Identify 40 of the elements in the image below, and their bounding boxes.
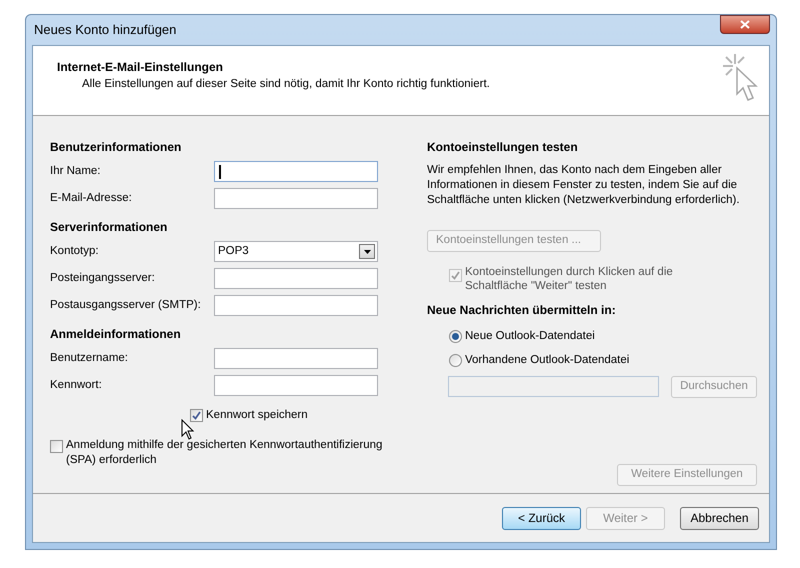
footer-button[interactable]: Abbrechen bbox=[680, 506, 759, 530]
input-field[interactable] bbox=[214, 375, 378, 396]
checkbox[interactable] bbox=[190, 409, 203, 422]
field-label: Kennwort: bbox=[50, 378, 103, 393]
mouse-pointer-icon bbox=[181, 419, 195, 441]
radio-label: Neue Outlook-Datendatei bbox=[465, 329, 595, 344]
input-field[interactable] bbox=[214, 268, 378, 289]
footer-button[interactable]: Weiter > bbox=[586, 506, 665, 530]
account-type-dropdown[interactable]: POP3 bbox=[214, 241, 378, 262]
field-label: E-Mail-Adresse: bbox=[50, 190, 133, 206]
checkbox-label: Kontoeinstellungen durch Klicken auf die Schaltfläche "Weiter" testen bbox=[465, 265, 674, 293]
footer-button[interactable]: < Zurück bbox=[502, 506, 581, 530]
radio-button[interactable] bbox=[449, 354, 462, 368]
checkbox[interactable] bbox=[50, 440, 63, 454]
section-heading: Serverinformationen bbox=[50, 219, 168, 236]
header-subtitle: Alle Einstellungen auf dieser Seite sind nötig, damit Ihr Konto richtig funktioniert. bbox=[81, 77, 490, 92]
radio-label: Vorhandene Outlook-Datendatei bbox=[465, 353, 630, 368]
field-label: Posteingangsserver: bbox=[50, 270, 156, 286]
file-path-field[interactable] bbox=[448, 376, 659, 397]
field-label: Postausgangsserver (SMTP): bbox=[50, 298, 202, 313]
input-field[interactable] bbox=[214, 295, 378, 316]
cursor-sparkle-icon bbox=[721, 52, 759, 104]
input-field[interactable] bbox=[214, 348, 378, 369]
input-field[interactable] bbox=[214, 188, 378, 209]
header-title: Internet-E-Mail-Einstellungen bbox=[57, 59, 224, 76]
section-heading: Neue Nachrichten übermitteln in: bbox=[427, 302, 617, 319]
input-field[interactable] bbox=[214, 161, 378, 182]
checkbox-label: Kennwort speichern bbox=[206, 408, 308, 423]
close-icon bbox=[740, 20, 750, 29]
section-heading: Anmeldeinformationen bbox=[50, 326, 182, 343]
radio-button[interactable] bbox=[449, 330, 462, 344]
window-title: Neues Konto hinzufügen bbox=[33, 21, 176, 40]
field-label: Kontotyp: bbox=[50, 244, 100, 259]
checkbox-label: Anmeldung mithilfe der gesicherten Kennwortauthentifizierung (SPA) erforderlich bbox=[66, 438, 384, 468]
close-button[interactable] bbox=[720, 15, 770, 34]
description-text: Wir empfehlen Ihnen, das Konto nach dem Eingeben aller Informationen in diesem Fenster zu testen, indem Sie auf die Schaltfläche unten klicken (Netzwerkverbindung erforderlich). bbox=[427, 163, 741, 208]
section-heading: Kontoeinstellungen testen bbox=[427, 139, 579, 156]
field-label: Ihr Name: bbox=[50, 164, 102, 179]
field-label: Benutzername: bbox=[50, 350, 129, 366]
section-heading: Benutzerinformationen bbox=[50, 139, 182, 156]
